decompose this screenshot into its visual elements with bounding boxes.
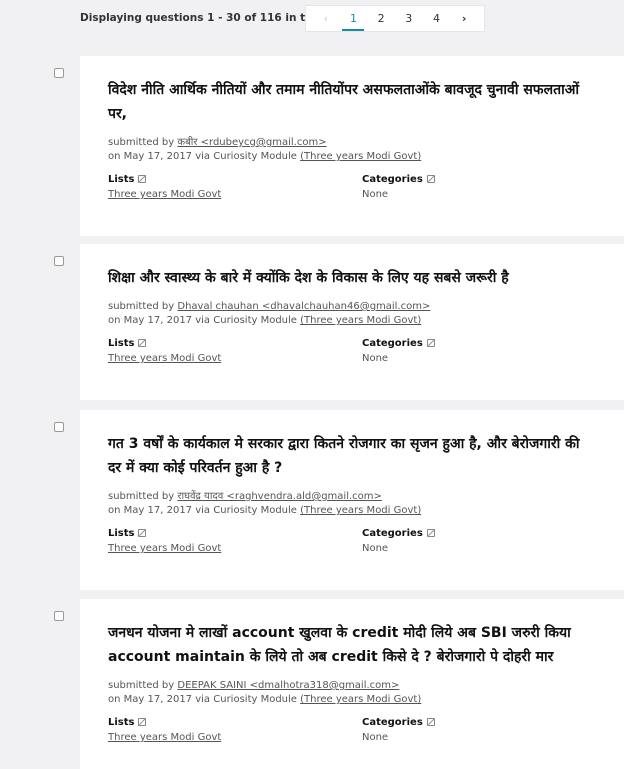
question-title: गत 3 वर्षों के कार्यकाल मे सरकार द्वारा …: [108, 436, 580, 476]
question-checkbox[interactable]: [54, 256, 64, 266]
question-card: विदेश नीति आर्थिक नीतियों और तमाम नीतियो…: [80, 56, 624, 236]
author-link[interactable]: DEEPAK SAINI <dmalhotra318@gmail.com>: [177, 680, 399, 691]
date-prefix: on: [108, 694, 121, 705]
edit-icon[interactable]: [138, 529, 147, 537]
module-list-link[interactable]: (Three years Modi Govt): [300, 315, 421, 326]
submitted-by-label: submitted by: [108, 680, 175, 691]
categories-field: Categories None: [362, 172, 435, 202]
edit-icon[interactable]: [426, 175, 435, 183]
pagination-prev-button[interactable]: ‹: [315, 6, 337, 31]
author-link[interactable]: Dhaval chauhan <dhavalchauhan46@gmail.co…: [177, 301, 430, 312]
module-name: Curiosity Module: [213, 315, 297, 326]
category-value: None: [362, 543, 389, 554]
question-fields: Lists Three years Modi Govt Categories N…: [108, 526, 624, 558]
list-link[interactable]: Three years Modi Govt: [108, 353, 221, 364]
pagination-page-3[interactable]: 3: [398, 6, 420, 31]
module-list-link[interactable]: (Three years Modi Govt): [300, 694, 421, 705]
question-fields: Lists Three years Modi Govt Categories N…: [108, 172, 624, 204]
question-meta: submitted by राघवेंद्र यादव <raghvendra.…: [108, 490, 624, 518]
lists-field: Lists Three years Modi Govt: [108, 526, 221, 556]
question-meta: submitted by DEEPAK SAINI <dmalhotra318@…: [108, 679, 624, 707]
module-list-link[interactable]: (Three years Modi Govt): [300, 151, 421, 162]
edit-icon[interactable]: [426, 529, 435, 537]
question-fields: Lists Three years Modi Govt Categories N…: [108, 336, 624, 368]
question-date: May 17, 2017: [123, 505, 193, 516]
lists-label: Lists: [108, 174, 135, 185]
date-prefix: on: [108, 315, 121, 326]
module-name: Curiosity Module: [213, 151, 297, 162]
pagination-next-button[interactable]: ›: [453, 6, 475, 31]
question-title: विदेश नीति आर्थिक नीतियों और तमाम नीतियो…: [108, 82, 580, 122]
via-label: via: [195, 694, 211, 705]
categories-field: Categories None: [362, 336, 435, 366]
question-fields: Lists Three years Modi Govt Categories N…: [108, 715, 624, 747]
categories-field: Categories None: [362, 526, 435, 556]
date-prefix: on: [108, 505, 121, 516]
question-meta: submitted by कबीर <rdubeycg@gmail.com> o…: [108, 136, 624, 164]
edit-icon[interactable]: [426, 718, 435, 726]
question-date: May 17, 2017: [123, 694, 193, 705]
question-checkbox[interactable]: [54, 422, 64, 432]
edit-icon[interactable]: [138, 339, 147, 347]
question-checkbox[interactable]: [54, 611, 64, 621]
question-checkbox[interactable]: [54, 68, 64, 78]
lists-label: Lists: [108, 717, 135, 728]
pagination-page-4[interactable]: 4: [425, 6, 447, 31]
module-name: Curiosity Module: [213, 694, 297, 705]
list-link[interactable]: Three years Modi Govt: [108, 189, 221, 200]
edit-icon[interactable]: [138, 175, 147, 183]
via-label: via: [195, 505, 211, 516]
categories-label: Categories: [362, 717, 423, 728]
category-value: None: [362, 353, 389, 364]
lists-field: Lists Three years Modi Govt: [108, 172, 221, 202]
module-name: Curiosity Module: [213, 505, 297, 516]
pagination-page-1[interactable]: 1: [342, 6, 365, 31]
categories-field: Categories None: [362, 715, 435, 745]
list-link[interactable]: Three years Modi Govt: [108, 543, 221, 554]
pagination-page-2[interactable]: 2: [370, 6, 392, 31]
author-link[interactable]: राघवेंद्र यादव <raghvendra.ald@gmail.com…: [177, 491, 382, 502]
submitted-by-label: submitted by: [108, 301, 175, 312]
results-summary: Displaying questions 1 - 30 of 116 in to…: [80, 12, 329, 24]
question-card: गत 3 वर्षों के कार्यकाल मे सरकार द्वारा …: [80, 410, 624, 590]
categories-label: Categories: [362, 174, 423, 185]
lists-label: Lists: [108, 528, 135, 539]
submitted-by-label: submitted by: [108, 491, 175, 502]
via-label: via: [195, 315, 211, 326]
category-value: None: [362, 189, 389, 200]
submitted-by-label: submitted by: [108, 137, 175, 148]
category-value: None: [362, 732, 389, 743]
edit-icon[interactable]: [426, 339, 435, 347]
question-date: May 17, 2017: [123, 315, 193, 326]
question-meta: submitted by Dhaval chauhan <dhavalchauh…: [108, 300, 624, 328]
question-card: जनधन योजना मे लाखों account खुलवा के cre…: [80, 599, 624, 769]
edit-icon[interactable]: [138, 718, 147, 726]
question-card: शिक्षा और स्वास्थ्य के बारे में क्योंकि …: [80, 244, 624, 400]
via-label: via: [195, 151, 211, 162]
categories-label: Categories: [362, 528, 423, 539]
lists-label: Lists: [108, 338, 135, 349]
question-title: शिक्षा और स्वास्थ्य के बारे में क्योंकि …: [108, 270, 509, 286]
list-link[interactable]: Three years Modi Govt: [108, 732, 221, 743]
date-prefix: on: [108, 151, 121, 162]
categories-label: Categories: [362, 338, 423, 349]
lists-field: Lists Three years Modi Govt: [108, 336, 221, 366]
lists-field: Lists Three years Modi Govt: [108, 715, 221, 745]
module-list-link[interactable]: (Three years Modi Govt): [300, 505, 421, 516]
question-title: जनधन योजना मे लाखों account खुलवा के cre…: [108, 625, 571, 665]
question-date: May 17, 2017: [123, 151, 193, 162]
pagination: ‹ 1 2 3 4 ›: [305, 5, 485, 32]
author-link[interactable]: कबीर <rdubeycg@gmail.com>: [177, 137, 326, 148]
results-header: Displaying questions 1 - 30 of 116 in to…: [0, 0, 624, 44]
